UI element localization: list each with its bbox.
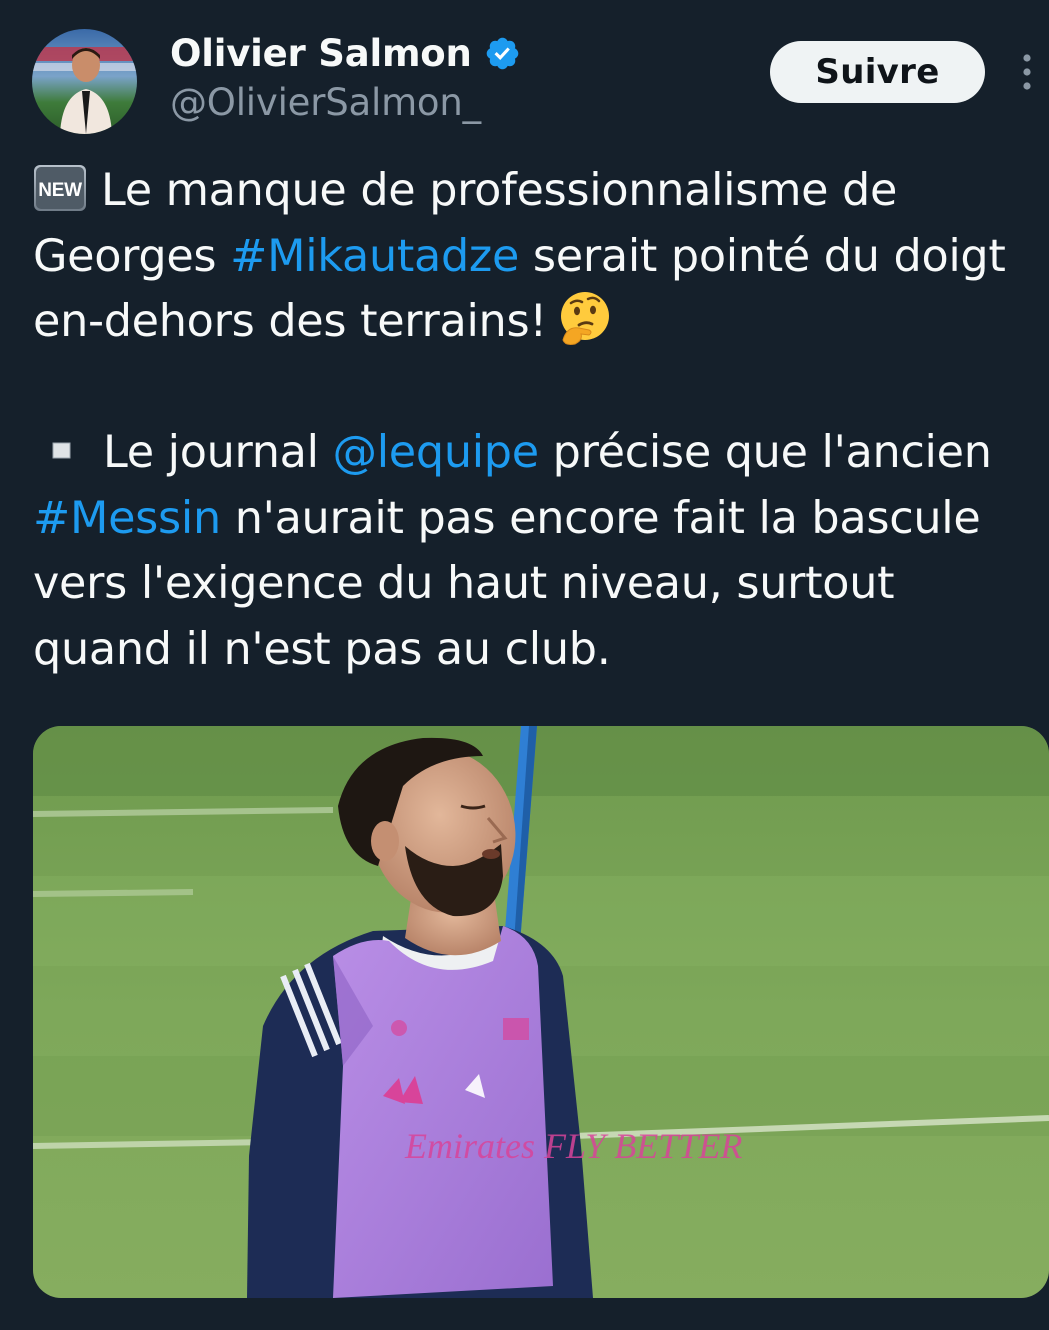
small-square-bullet-icon bbox=[52, 442, 71, 459]
tweet-text-segment: quand il n'est pas au club. bbox=[33, 623, 611, 675]
training-player-photo: Emirates FLY BETTER bbox=[33, 726, 1049, 1298]
tweet-line-7: quand il n'est pas au club. bbox=[33, 617, 1043, 683]
tweet-text-segment: Le journal bbox=[103, 427, 333, 478]
author-info[interactable]: Olivier Salmon @OlivierSalmon_ bbox=[170, 30, 521, 124]
hashtag-messin-link[interactable]: #Messin bbox=[33, 493, 221, 544]
tweet-text-segment: serait pointé du doigt bbox=[519, 230, 1006, 282]
tweet-line-4: Le journal @lequipe précise que l'ancien bbox=[33, 420, 1043, 486]
tweet-media-photo[interactable]: Emirates FLY BETTER bbox=[33, 726, 1049, 1298]
svg-text:NEW: NEW bbox=[38, 180, 82, 201]
verified-badge-icon[interactable] bbox=[484, 35, 521, 72]
tweet-line-3: en-dehors des terrains! bbox=[33, 289, 1043, 355]
author-display-name[interactable]: Olivier Salmon bbox=[170, 32, 472, 75]
author-avatar[interactable] bbox=[32, 29, 137, 134]
author-name-row: Olivier Salmon bbox=[170, 30, 521, 76]
tweet-line-5: #Messin n'aurait pas encore fait la basc… bbox=[33, 486, 1043, 552]
tweet-text-segment: précise que l'ancien bbox=[538, 427, 992, 478]
tweet-text-segment: Georges bbox=[33, 230, 231, 282]
follow-button[interactable]: Suivre bbox=[770, 41, 985, 103]
hashtag-mikautadze-link[interactable]: #Mikautadze bbox=[230, 231, 519, 282]
tweet-line-6: vers l'exigence du haut niveau, surtout bbox=[33, 551, 1043, 617]
new-button-emoji: NEW bbox=[34, 165, 86, 211]
tweet-text: NEW Le manque de professionnalisme de Geo… bbox=[33, 158, 1043, 682]
tweet-text-segment: vers l'exigence du haut niveau, surtout bbox=[33, 558, 895, 609]
tweet-line-1: NEW Le manque de professionnalisme de bbox=[33, 158, 1043, 224]
author-handle[interactable]: @OlivierSalmon_ bbox=[170, 81, 521, 124]
tweet-text-intro: Le manque de professionnalisme de bbox=[101, 165, 898, 216]
thinking-face-emoji bbox=[560, 292, 609, 345]
svg-text:Emirates FLY BETTER: Emirates FLY BETTER bbox=[404, 1126, 742, 1166]
mention-lequipe-link[interactable]: @lequipe bbox=[333, 427, 540, 478]
more-vertical-icon[interactable] bbox=[1017, 52, 1037, 92]
avatar-photo bbox=[32, 29, 137, 134]
tweet-text-segment: en-dehors des terrains! bbox=[33, 296, 547, 347]
tweet-text-segment: n'aurait pas encore fait la bascule bbox=[220, 492, 981, 544]
tweet-line-2: Georges #Mikautadze serait pointé du doi… bbox=[33, 224, 1043, 290]
